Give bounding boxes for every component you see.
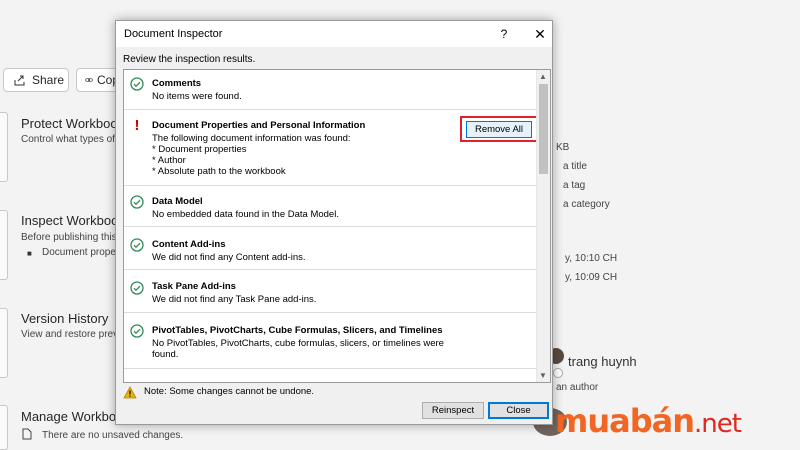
result-item-task-pane-add-ins: Task Pane Add-ins We did not find any Ta…	[124, 270, 536, 313]
inspection-results-list[interactable]: Comments No items were found. ! Document…	[123, 69, 551, 383]
result-item-pivottables: PivotTables, PivotCharts, Cube Formulas,…	[124, 313, 536, 369]
watermark-brand: muabán	[555, 402, 695, 440]
version-history-title: Version History	[21, 311, 109, 326]
dialog-subtitle: Review the inspection results.	[123, 54, 256, 65]
document-inspector-dialog: Document Inspector ? ✕ Review the inspec…	[115, 20, 553, 425]
scrollbar-thumb[interactable]	[539, 84, 548, 174]
result-heading: Data Model	[152, 196, 203, 207]
add-tag-field[interactable]: a tag	[563, 180, 585, 191]
watermark-tld: .net	[694, 409, 742, 439]
share-label: Share	[32, 73, 65, 87]
result-item-comments: Comments No items were found.	[124, 70, 536, 110]
last-modified-date: y, 10:10 CH	[565, 253, 618, 264]
protect-workbook-title: Protect Workboo	[21, 116, 118, 131]
version-history-desc: View and restore previ	[21, 329, 121, 340]
result-detail: No items were found.	[152, 91, 242, 102]
add-author-icon	[553, 368, 563, 378]
link-icon	[85, 78, 93, 82]
result-detail: * Absolute path to the workbook	[152, 166, 286, 177]
check-circle-icon	[130, 281, 144, 295]
result-item-content-add-ins: Content Add-ins We did not find any Cont…	[124, 227, 536, 270]
muaban-watermark-logo: muabán .net	[555, 402, 742, 440]
file-size: KB	[556, 142, 570, 153]
result-detail: We did not find any Task Pane add-ins.	[152, 294, 317, 305]
inspect-workbook-desc: Before publishing this	[21, 232, 117, 243]
add-category-field[interactable]: a category	[563, 199, 610, 210]
scroll-down-arrow-icon[interactable]: ▼	[539, 371, 547, 380]
result-detail: found.	[152, 349, 179, 360]
exclamation-icon: !	[134, 117, 140, 134]
check-circle-icon	[130, 195, 144, 209]
result-detail: No embedded data found in the Data Model…	[152, 209, 339, 220]
share-icon	[14, 75, 25, 86]
scroll-up-arrow-icon[interactable]: ▲	[539, 72, 547, 81]
reinspect-button[interactable]: Reinspect	[422, 402, 484, 419]
version-history-tile[interactable]	[0, 308, 8, 378]
share-button[interactable]: Share	[3, 68, 69, 92]
undo-warning-note: Note: Some changes cannot be undone.	[144, 386, 315, 397]
result-detail: We did not find any Content add-ins.	[152, 252, 306, 263]
manage-workbook-desc: There are no unsaved changes.	[42, 430, 184, 441]
result-heading: Comments	[152, 78, 202, 89]
close-button[interactable]: Close	[488, 402, 549, 419]
result-heading: Content Add-ins	[152, 239, 226, 250]
protect-workbook-desc: Control what types of	[21, 134, 115, 145]
result-detail: No PivotTables, PivotCharts, cube formul…	[152, 338, 444, 349]
document-icon	[22, 428, 32, 440]
add-author-field[interactable]: an author	[556, 382, 598, 393]
created-date: y, 10:09 CH	[565, 272, 618, 283]
close-icon[interactable]: ✕	[530, 24, 550, 44]
inspect-workbook-bullet: Document prope	[42, 247, 116, 258]
protect-workbook-tile[interactable]	[0, 112, 8, 182]
author-name: trang huynh	[568, 354, 637, 369]
help-button[interactable]: ?	[494, 24, 514, 44]
check-circle-icon	[130, 324, 144, 338]
result-detail: * Document properties	[152, 144, 247, 155]
check-circle-icon	[130, 238, 144, 252]
check-circle-icon	[130, 77, 144, 91]
bullet-icon: ■	[27, 249, 32, 258]
inspect-workbook-tile[interactable]	[0, 210, 8, 280]
warning-icon	[123, 386, 137, 399]
result-item-data-model: Data Model No embedded data found in the…	[124, 186, 536, 227]
add-title-field[interactable]: a title	[563, 161, 587, 172]
dialog-titlebar[interactable]: Document Inspector ? ✕	[116, 21, 552, 47]
result-detail: The following document information was f…	[152, 133, 351, 144]
manage-workbook-title: Manage Workboo	[21, 409, 124, 424]
manage-workbook-tile[interactable]	[0, 405, 8, 450]
result-heading: Document Properties and Personal Informa…	[152, 120, 366, 131]
dialog-title: Document Inspector	[124, 28, 223, 40]
remove-all-button[interactable]: Remove All	[466, 121, 532, 138]
result-detail: * Author	[152, 155, 186, 166]
inspect-workbook-title: Inspect Workboo	[21, 213, 119, 228]
result-heading: PivotTables, PivotCharts, Cube Formulas,…	[152, 325, 443, 336]
results-scrollbar[interactable]: ▲ ▼	[536, 70, 550, 382]
result-heading: Task Pane Add-ins	[152, 281, 236, 292]
copy-link-button[interactable]: Cop	[76, 68, 120, 92]
